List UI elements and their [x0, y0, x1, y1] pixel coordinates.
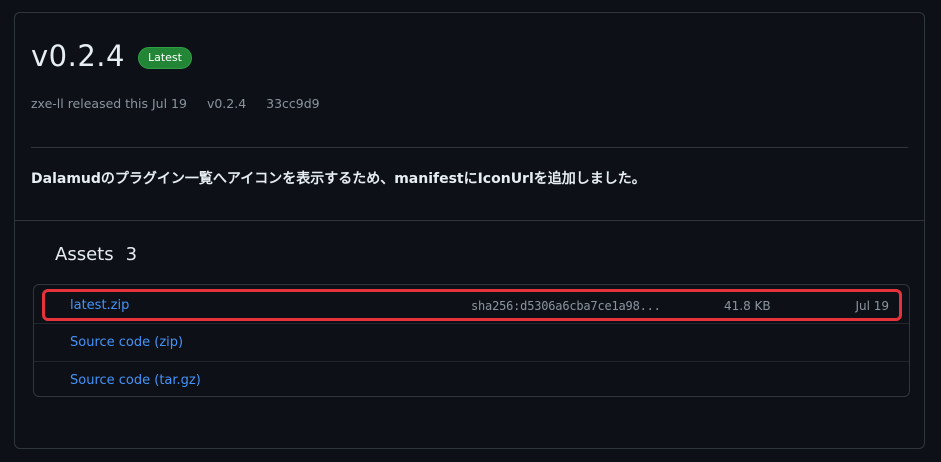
asset-date: Jul 19 [855, 298, 889, 313]
asset-row-source-tar-gz: Source code (tar.gz) [34, 361, 909, 399]
asset-row-source-zip: Source code (zip) [34, 323, 909, 361]
asset-link-latest-zip[interactable]: latest.zip [70, 298, 129, 313]
asset-sha256[interactable]: sha256:d5306a6cba7ce1a98... [471, 299, 661, 313]
latest-badge: Latest [137, 47, 192, 69]
divider [15, 220, 924, 221]
divider [31, 147, 908, 148]
release-card: v0.2.4 Latest zxe-ll released this Jul 1… [14, 12, 925, 449]
assets-count: 3 [125, 244, 138, 265]
tag-link[interactable]: v0.2.4 [207, 96, 246, 111]
release-title-row: v0.2.4 Latest [31, 39, 192, 73]
asset-size: 41.8 KB [724, 298, 771, 313]
release-meta: zxe-ll released this Jul 19 v0.2.4 33cc9… [31, 96, 320, 111]
released-by-text[interactable]: zxe-ll released this Jul 19 [31, 96, 187, 111]
release-notes: Dalamudのプラグイン一覧へアイコンを表示するため、manifestにIco… [31, 171, 646, 187]
asset-link-source-code-tar-gz[interactable]: Source code (tar.gz) [70, 373, 201, 388]
commit-link[interactable]: 33cc9d9 [266, 96, 320, 111]
assets-heading[interactable]: Assets 3 [55, 244, 137, 265]
asset-row-latest-zip: latest.zip sha256:d5306a6cba7ce1a98... 4… [34, 287, 909, 324]
asset-link-source-code-zip[interactable]: Source code (zip) [70, 335, 183, 350]
assets-list: latest.zip sha256:d5306a6cba7ce1a98... 4… [33, 284, 910, 397]
release-version-title[interactable]: v0.2.4 [31, 39, 125, 73]
assets-heading-label: Assets [55, 244, 114, 265]
